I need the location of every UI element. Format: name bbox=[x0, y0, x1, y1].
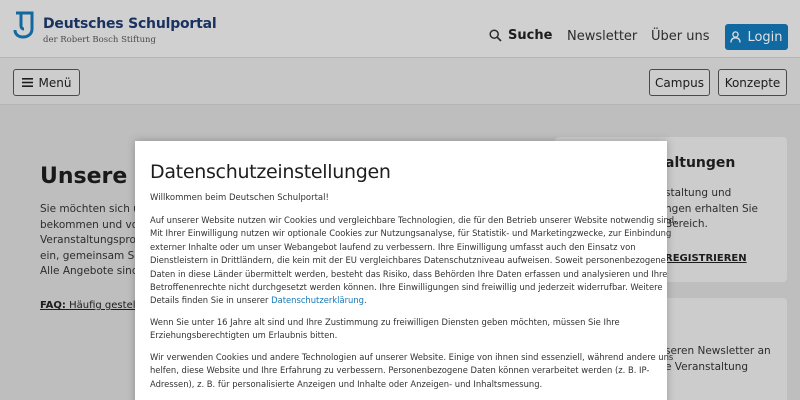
dialog-paragraph-technologies: Wir verwenden Cookies und andere Technol… bbox=[150, 351, 674, 391]
privacy-policy-link[interactable]: Datenschutzerklärung bbox=[271, 295, 364, 305]
paragraph-line: Auf unserer Website nutzen wir Cookies u… bbox=[150, 215, 677, 225]
paragraph-line: Wenn Sie unter 16 Jahre alt sind und Ihr… bbox=[150, 317, 620, 327]
privacy-settings-dialog: Datenschutzeinstellungen Willkommen beim… bbox=[135, 141, 677, 400]
paragraph-line: helfen, diese Website und Ihre Erfahrung… bbox=[150, 365, 650, 376]
paragraph-line: Dienstleistern in Drittländern, die kein… bbox=[150, 255, 666, 266]
paragraph-line: Daten in diese Länder übermittelt werden… bbox=[150, 268, 668, 279]
dialog-title: Datenschutzeinstellungen bbox=[150, 161, 391, 183]
paragraph-line: Betroffenenrechte nicht durchgesetzt wer… bbox=[150, 282, 663, 293]
paragraph-line: Adressen), z. B. für personalisierte Anz… bbox=[150, 378, 543, 389]
dialog-paragraph-cookies: Auf unserer Website nutzen wir Cookies u… bbox=[150, 214, 677, 308]
paragraph-line: externer Inhalte oder um unser Webangebo… bbox=[150, 241, 636, 252]
paragraph-text: . bbox=[364, 295, 367, 306]
paragraph-line: Wir verwenden Cookies und andere Technol… bbox=[150, 352, 674, 362]
paragraph-line: Mit Ihrer Einwilligung nutzen wir option… bbox=[150, 228, 672, 239]
dialog-paragraph-age: Wenn Sie unter 16 Jahre alt sind und Ihr… bbox=[150, 316, 655, 343]
dialog-welcome: Willkommen beim Deutschen Schulportal! bbox=[150, 193, 329, 203]
paragraph-text: Details finden Sie in unserer bbox=[150, 295, 272, 306]
paragraph-line-last: Details finden Sie in unserer Datenschut… bbox=[150, 294, 655, 307]
paragraph-line: Erziehungsberechtigten um Erlaubnis bitt… bbox=[150, 330, 338, 341]
